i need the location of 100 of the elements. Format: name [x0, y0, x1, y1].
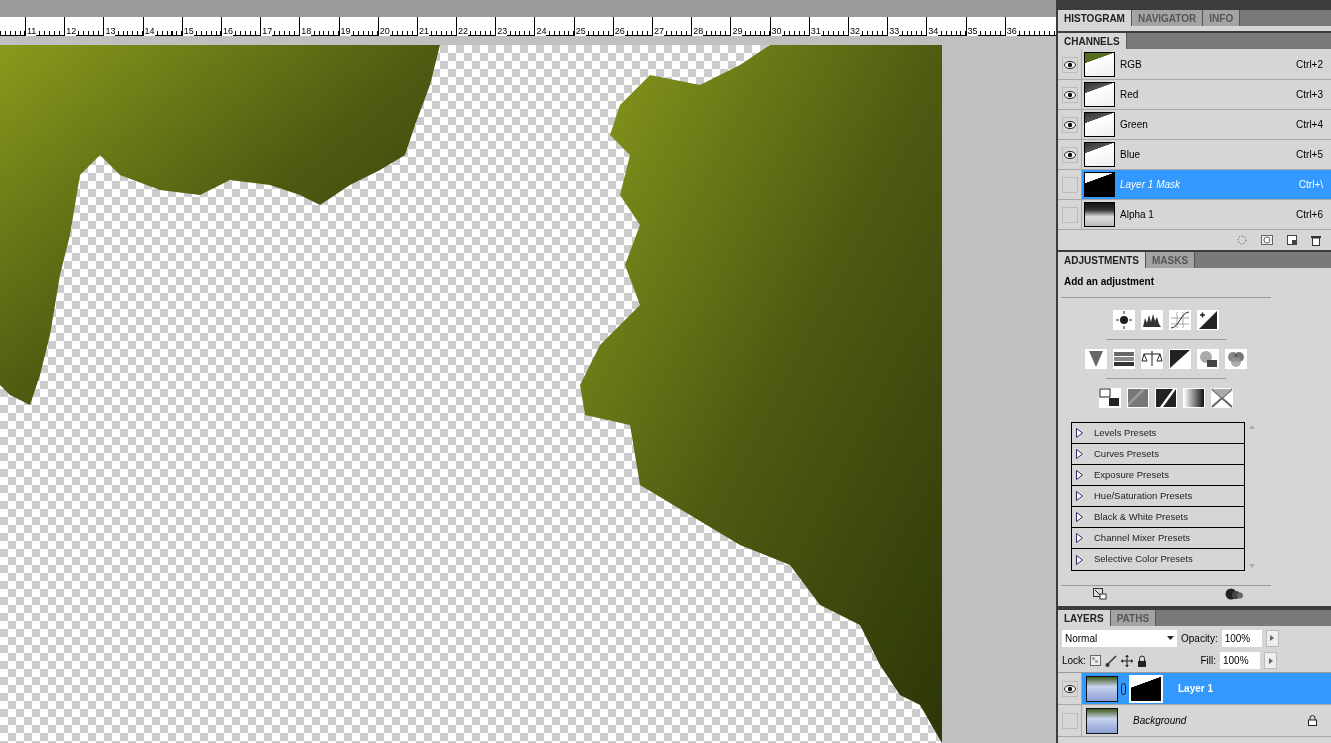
ruler-label: 24: [535, 26, 547, 36]
balance-scale-icon[interactable]: [1141, 349, 1163, 369]
opacity-arrow-button[interactable]: [1265, 629, 1279, 647]
channel-shortcut: Ctrl+5: [1296, 148, 1323, 162]
expand-triangle-icon: [1076, 512, 1083, 522]
mask-icon[interactable]: [1261, 235, 1273, 245]
brightness-icon[interactable]: [1113, 310, 1135, 330]
ruler-label: 31: [809, 26, 821, 36]
panel-tab[interactable]: ADJUSTMENTS: [1058, 252, 1146, 268]
channel-row[interactable]: Blue Ctrl+5: [1082, 140, 1331, 169]
ruler-label: 30: [770, 26, 782, 36]
gradient-square-icon[interactable]: [1183, 388, 1205, 408]
ruler-label: 15: [182, 26, 194, 36]
visibility-toggle[interactable]: [1061, 56, 1078, 73]
dotted-circle-icon[interactable]: [1237, 235, 1247, 245]
layer-thumbnail: [1086, 707, 1118, 734]
striped-square-icon[interactable]: [1127, 388, 1149, 408]
ruler-label: 14: [143, 26, 155, 36]
ruler-label: 11: [26, 26, 37, 36]
ruler-label: 35: [966, 26, 978, 36]
panel-tab[interactable]: HISTOGRAM: [1058, 10, 1132, 26]
eye-icon: [1063, 90, 1076, 99]
overlapping-circles-icon[interactable]: [1225, 349, 1247, 369]
ruler-label: 32: [848, 26, 860, 36]
caret-icon: [1167, 636, 1174, 640]
visibility-toggle[interactable]: [1061, 206, 1078, 223]
layer-name: Background: [1133, 714, 1188, 728]
clip-circles-icon[interactable]: [1225, 588, 1243, 600]
new-channel-icon[interactable]: [1287, 235, 1297, 245]
channel-shortcut: Ctrl+3: [1296, 88, 1323, 102]
ruler-label: 12: [65, 26, 77, 36]
ruler-label: 13: [104, 26, 116, 36]
ruler-label: 26: [613, 26, 625, 36]
channel-row[interactable]: RGB Ctrl+2: [1082, 50, 1331, 79]
visibility-toggle[interactable]: [1061, 680, 1078, 697]
eye-icon: [1063, 60, 1076, 69]
ruler-label: 19: [339, 26, 351, 36]
eye-icon: [1063, 684, 1076, 693]
blend-mode-dropdown[interactable]: Normal: [1062, 629, 1177, 647]
channel-row[interactable]: Alpha 1 Ctrl+6: [1082, 200, 1331, 229]
checker-lock-icon[interactable]: [1089, 655, 1101, 666]
ruler-label: 25: [574, 26, 586, 36]
ruler-label: 33: [888, 26, 900, 36]
channel-thumbnail: [1084, 142, 1115, 167]
two-squares-icon[interactable]: [1099, 388, 1121, 408]
hourglass-x-icon[interactable]: [1211, 388, 1233, 408]
play-arrow-icon: [1268, 657, 1273, 664]
visibility-toggle[interactable]: [1061, 146, 1078, 163]
circles-camera-icon[interactable]: [1197, 349, 1219, 369]
ruler-label: 21: [417, 26, 429, 36]
channel-thumbnail: [1084, 112, 1115, 137]
fill-field[interactable]: 100%: [1220, 652, 1260, 669]
fill-label: Fill:: [1200, 654, 1216, 668]
fill-arrow-button[interactable]: [1264, 652, 1277, 669]
channel-shortcut: Ctrl+2: [1296, 58, 1323, 72]
opacity-field[interactable]: 100%: [1221, 629, 1262, 647]
channel-thumbnail: [1084, 202, 1115, 227]
ruler-label: 28: [692, 26, 704, 36]
ruler-label: 23: [496, 26, 508, 36]
opacity-label: Opacity:: [1181, 631, 1218, 646]
channel-shortcut: Ctrl+4: [1296, 118, 1323, 132]
lock-label: Lock:: [1062, 654, 1086, 668]
visibility-toggle[interactable]: [1061, 712, 1078, 729]
exposure-icon[interactable]: [1197, 310, 1219, 330]
panel-heading: Add an adjustment: [1063, 275, 1155, 289]
slash-icon[interactable]: [1155, 388, 1177, 408]
channel-name: Alpha 1: [1120, 208, 1155, 222]
ruler-label: 22: [457, 26, 469, 36]
color-bars-icon[interactable]: [1113, 349, 1135, 369]
visibility-toggle[interactable]: [1061, 176, 1078, 193]
channel-thumbnail: [1084, 52, 1115, 77]
ruler-label: 29: [731, 26, 743, 36]
ruler-label: 36: [1005, 26, 1017, 36]
chain-link-icon[interactable]: [1121, 682, 1126, 695]
expand-triangle-icon: [1076, 449, 1083, 459]
mask-thumbnail[interactable]: [1129, 674, 1163, 703]
expand-triangle-icon: [1076, 533, 1083, 543]
ruler-label: 20: [378, 26, 390, 36]
channel-name: Green: [1120, 118, 1149, 132]
channel-name: Layer 1 Mask: [1120, 178, 1182, 192]
ruler-label: 17: [261, 26, 273, 36]
diagonal-split-icon[interactable]: [1169, 349, 1191, 369]
ruler-label: 27: [653, 26, 664, 36]
expand-triangle-icon: [1076, 470, 1083, 480]
padlock-icon[interactable]: [1136, 654, 1147, 667]
layer-name: Layer 1: [1178, 682, 1215, 696]
layer-row[interactable]: Background: [1082, 705, 1331, 736]
brush-icon[interactable]: [1104, 654, 1117, 667]
panel-tab[interactable]: CHANNELS: [1058, 33, 1127, 49]
move-arrows-icon[interactable]: [1120, 654, 1133, 667]
histogram-icon[interactable]: [1141, 310, 1163, 330]
visibility-toggle[interactable]: [1061, 116, 1078, 133]
layer-thumbnail: [1086, 675, 1118, 702]
visibility-toggle[interactable]: [1061, 86, 1078, 103]
expand-view-icon[interactable]: [1093, 588, 1107, 600]
channel-row[interactable]: Red Ctrl+3: [1082, 80, 1331, 109]
panel-tab[interactable]: LAYERS: [1058, 610, 1111, 626]
trash-icon[interactable]: [1311, 234, 1321, 246]
channel-row[interactable]: Green Ctrl+4: [1082, 110, 1331, 139]
curves-icon[interactable]: [1169, 310, 1191, 330]
